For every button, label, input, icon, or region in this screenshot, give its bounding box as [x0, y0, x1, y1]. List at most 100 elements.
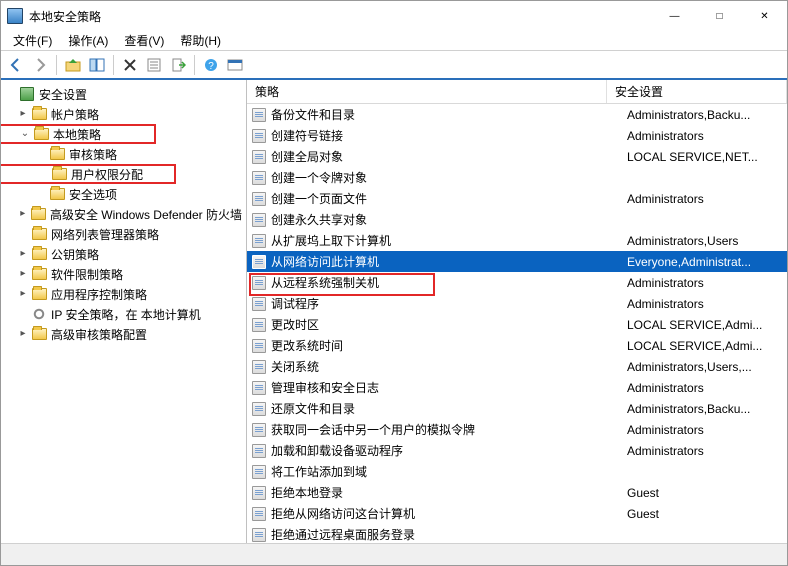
folder-icon: [31, 206, 46, 222]
menu-view[interactable]: 查看(V): [118, 31, 170, 50]
minimize-button[interactable]: —: [652, 2, 697, 31]
export-button[interactable]: [167, 54, 189, 76]
policy-row[interactable]: 创建一个令牌对象: [247, 167, 787, 188]
tree-label: 网络列表管理器策略: [51, 226, 159, 243]
policy-row[interactable]: 拒绝本地登录Guest: [247, 482, 787, 503]
window-buttons: — □ ✕: [652, 2, 787, 31]
tree-label: 高级安全 Windows Defender 防火墙: [50, 206, 242, 223]
policy-row[interactable]: 还原文件和目录Administrators,Backu...: [247, 398, 787, 419]
policy-name: 从扩展坞上取下计算机: [271, 232, 627, 249]
policy-name: 创建永久共享对象: [271, 211, 627, 228]
tree-user-rights[interactable]: ▸ 用户权限分配: [1, 164, 176, 184]
policy-row[interactable]: 拒绝通过远程桌面服务登录: [247, 524, 787, 543]
policy-icon: [251, 233, 267, 249]
tree-pk[interactable]: ▸ 公钥策略: [1, 244, 246, 264]
policy-row[interactable]: 获取同一会话中另一个用户的模拟令牌Administrators: [247, 419, 787, 440]
policy-setting: Administrators: [627, 129, 787, 143]
policy-row[interactable]: 更改时区LOCAL SERVICE,Admi...: [247, 314, 787, 335]
tree-account-policy[interactable]: ▸ 帐户策略: [1, 104, 246, 124]
policy-row[interactable]: 调试程序Administrators: [247, 293, 787, 314]
back-button[interactable]: [5, 54, 27, 76]
policy-row[interactable]: 创建一个页面文件Administrators: [247, 188, 787, 209]
tree-toggle[interactable]: ▸: [17, 328, 29, 340]
policy-row[interactable]: 备份文件和目录Administrators,Backu...: [247, 104, 787, 125]
tree-app-ctrl[interactable]: ▸ 应用程序控制策略: [1, 284, 246, 304]
tree-root[interactable]: ▾ 安全设置: [1, 84, 246, 104]
delete-button[interactable]: [119, 54, 141, 76]
policy-row[interactable]: 从远程系统强制关机Administrators: [247, 272, 787, 293]
policy-row[interactable]: 将工作站添加到域: [247, 461, 787, 482]
policy-icon: [251, 170, 267, 186]
tree-ipsec[interactable]: ▸ IP 安全策略，在 本地计算机: [1, 304, 246, 324]
tree-security-options[interactable]: ▸ 安全选项: [1, 184, 246, 204]
tree-toggle[interactable]: ▸: [17, 208, 29, 220]
properties-button[interactable]: [143, 54, 165, 76]
menu-file[interactable]: 文件(F): [7, 31, 58, 50]
show-hide-tree-button[interactable]: [86, 54, 108, 76]
tree-pane[interactable]: ▾ 安全设置 ▸ 帐户策略 ⌄ 本地策略 ▸ 审核策略 ▸: [1, 80, 247, 543]
tree: ▾ 安全设置 ▸ 帐户策略 ⌄ 本地策略 ▸ 审核策略 ▸: [1, 80, 246, 348]
tree-label: IP 安全策略，在 本地计算机: [51, 306, 201, 323]
policy-row[interactable]: 从网络访问此计算机Everyone,Administrat...: [247, 251, 787, 272]
main-split: ▾ 安全设置 ▸ 帐户策略 ⌄ 本地策略 ▸ 审核策略 ▸: [1, 80, 787, 543]
tree-toggle[interactable]: ▸: [17, 268, 29, 280]
gear-icon: [31, 306, 47, 322]
policy-name: 创建一个页面文件: [271, 190, 627, 207]
tree-toggle[interactable]: ⌄: [19, 128, 31, 140]
tree-toggle[interactable]: ▸: [17, 108, 29, 120]
policy-icon: [251, 338, 267, 354]
refresh-button[interactable]: [224, 54, 246, 76]
policy-icon: [251, 254, 267, 270]
tree-audit-policy[interactable]: ▸ 审核策略: [1, 144, 246, 164]
policy-icon: [251, 422, 267, 438]
tree-toggle[interactable]: ▸: [17, 248, 29, 260]
column-policy[interactable]: 策略: [247, 80, 607, 103]
tree-label: 用户权限分配: [71, 166, 143, 183]
tree-toggle[interactable]: ▸: [17, 288, 29, 300]
policy-row[interactable]: 创建符号链接Administrators: [247, 125, 787, 146]
policy-setting: Administrators: [627, 297, 787, 311]
help-button[interactable]: ?: [200, 54, 222, 76]
policy-icon: [251, 380, 267, 396]
tree-local-policy[interactable]: ⌄ 本地策略: [1, 124, 156, 144]
policy-setting: Administrators,Users: [627, 234, 787, 248]
policy-row[interactable]: 从扩展坞上取下计算机Administrators,Users: [247, 230, 787, 251]
forward-button[interactable]: [29, 54, 51, 76]
policy-row[interactable]: 管理审核和安全日志Administrators: [247, 377, 787, 398]
policy-row[interactable]: 关闭系统Administrators,Users,...: [247, 356, 787, 377]
tree-srp[interactable]: ▸ 软件限制策略: [1, 264, 246, 284]
policy-setting: Guest: [627, 486, 787, 500]
policy-setting: Administrators: [627, 423, 787, 437]
menu-action[interactable]: 操作(A): [62, 31, 114, 50]
policy-row[interactable]: 创建永久共享对象: [247, 209, 787, 230]
toolbar-separator: [194, 55, 195, 75]
tree-label: 软件限制策略: [51, 266, 123, 283]
close-button[interactable]: ✕: [742, 2, 787, 31]
policy-icon: [251, 212, 267, 228]
tree-defender-fw[interactable]: ▸ 高级安全 Windows Defender 防火墙: [1, 204, 246, 224]
policy-row[interactable]: 拒绝从网络访问这台计算机Guest: [247, 503, 787, 524]
policy-name: 关闭系统: [271, 358, 627, 375]
folder-icon: [31, 106, 47, 122]
folder-icon: [49, 146, 65, 162]
policy-setting: Administrators,Users,...: [627, 360, 787, 374]
policy-setting: Administrators: [627, 444, 787, 458]
tree-adv-audit[interactable]: ▸ 高级审核策略配置: [1, 324, 246, 344]
policy-icon: [251, 191, 267, 207]
tree-nlm[interactable]: ▸ 网络列表管理器策略: [1, 224, 246, 244]
menu-help[interactable]: 帮助(H): [174, 31, 227, 50]
policy-name: 还原文件和目录: [271, 400, 627, 417]
maximize-button[interactable]: □: [697, 2, 742, 31]
policy-row[interactable]: 更改系统时间LOCAL SERVICE,Admi...: [247, 335, 787, 356]
policy-name: 调试程序: [271, 295, 627, 312]
folder-icon: [31, 226, 47, 242]
policy-setting: LOCAL SERVICE,NET...: [627, 150, 787, 164]
policy-name: 管理审核和安全日志: [271, 379, 627, 396]
policy-icon: [251, 527, 267, 543]
up-button[interactable]: [62, 54, 84, 76]
policy-row[interactable]: 创建全局对象LOCAL SERVICE,NET...: [247, 146, 787, 167]
column-setting[interactable]: 安全设置: [607, 80, 787, 103]
list-body[interactable]: 备份文件和目录Administrators,Backu...创建符号链接Admi…: [247, 104, 787, 543]
policy-row[interactable]: 加载和卸载设备驱动程序Administrators: [247, 440, 787, 461]
policy-name: 拒绝从网络访问这台计算机: [271, 505, 627, 522]
